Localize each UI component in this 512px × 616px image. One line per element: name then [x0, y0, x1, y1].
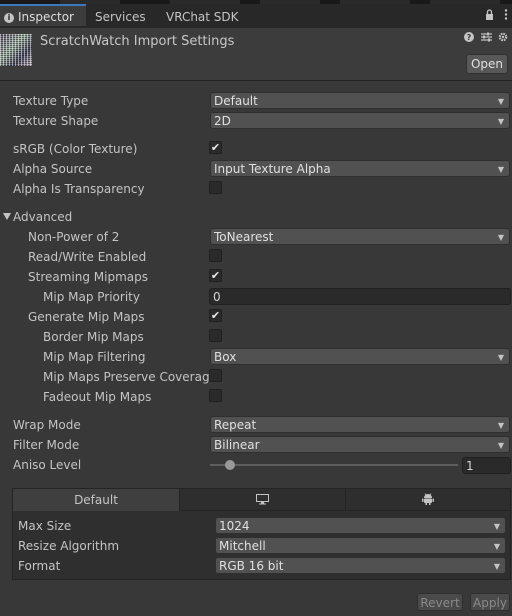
aniso-level-slider-handle[interactable]: [225, 460, 235, 470]
generate-mip-maps-checkbox[interactable]: ✔: [209, 309, 222, 322]
filter-mode-dropdown[interactable]: Bilinear ▼: [210, 436, 510, 453]
texture-shape-dropdown[interactable]: 2D ▼: [210, 112, 510, 129]
resize-algorithm-dropdown[interactable]: Mitchell ▼: [215, 537, 506, 554]
dropdown-value: Bilinear: [214, 438, 260, 452]
dropdown-value: Repeat: [214, 418, 257, 432]
platform-tab-default[interactable]: Default: [13, 489, 180, 511]
border-mip-maps-label: Border Mip Maps: [43, 330, 144, 344]
dropdown-value: Mitchell: [219, 539, 266, 553]
inspector-header: ScratchWatch Import Settings ? Open: [0, 28, 512, 81]
revert-button[interactable]: Revert: [417, 593, 463, 611]
platform-tab-android[interactable]: [346, 489, 510, 511]
dropdown-value: 2D: [214, 114, 231, 128]
fadeout-mip-maps-label: Fadeout Mip Maps: [43, 390, 152, 404]
resize-algorithm-label: Resize Algorithm: [18, 539, 120, 553]
dropdown-value: Box: [214, 350, 237, 364]
texture-type-dropdown[interactable]: Default ▼: [210, 92, 510, 109]
streaming-mipmaps-label: Streaming Mipmaps: [28, 270, 149, 284]
tab-vrchat-sdk[interactable]: VRChat SDK: [166, 6, 239, 28]
mip-map-priority-label: Mip Map Priority: [43, 290, 140, 304]
alpha-source-dropdown[interactable]: Input Texture Alpha ▼: [210, 160, 510, 177]
aniso-level-input[interactable]: 1: [462, 457, 511, 474]
generate-mip-maps-label: Generate Mip Maps: [28, 310, 145, 324]
read-write-label: Read/Write Enabled: [28, 250, 147, 264]
chevron-down-icon: ▼: [497, 233, 504, 242]
srgb-checkbox[interactable]: ✔: [209, 141, 222, 154]
alpha-source-label: Alpha Source: [13, 162, 93, 176]
chevron-down-icon: ▼: [493, 542, 500, 551]
lock-icon[interactable]: [485, 9, 498, 23]
chevron-down-icon: ▼: [497, 165, 504, 174]
page-title: ScratchWatch Import Settings: [40, 34, 235, 49]
max-size-dropdown[interactable]: 1024 ▼: [215, 517, 506, 534]
dropdown-value: ToNearest: [214, 230, 274, 244]
mip-map-filtering-dropdown[interactable]: Box ▼: [210, 348, 510, 365]
preset-icon[interactable]: [480, 32, 496, 45]
foldout-arrow-icon[interactable]: [3, 213, 11, 220]
texture-thumbnail: [0, 34, 32, 66]
monitor-icon: [256, 494, 269, 505]
alpha-transparency-label: Alpha Is Transparency: [13, 182, 145, 196]
texture-type-label: Texture Type: [13, 94, 89, 108]
alpha-transparency-checkbox[interactable]: [209, 181, 222, 194]
tab-label: Inspector: [18, 10, 74, 24]
tab-services[interactable]: Services: [95, 6, 146, 28]
mip-maps-preserve-coverage-label: Mip Maps Preserve Coverage: [43, 370, 217, 384]
dropdown-value: RGB 16 bit: [219, 559, 284, 573]
wrap-mode-label: Wrap Mode: [13, 418, 81, 432]
dropdown-value: Input Texture Alpha: [214, 162, 331, 176]
max-size-label: Max Size: [18, 519, 72, 533]
tab-label: VRChat SDK: [166, 10, 239, 24]
texture-shape-label: Texture Shape: [13, 114, 99, 128]
border-mip-maps-checkbox[interactable]: [209, 329, 222, 342]
aniso-level-label: Aniso Level: [13, 458, 82, 472]
chevron-down-icon: ▼: [497, 441, 504, 450]
mip-maps-preserve-coverage-checkbox[interactable]: [209, 369, 222, 382]
settings-icon[interactable]: [498, 32, 508, 45]
chevron-down-icon: ▼: [497, 421, 504, 430]
filter-mode-label: Filter Mode: [13, 438, 80, 452]
chevron-down-icon: ▼: [497, 117, 504, 126]
format-label: Format: [18, 559, 61, 573]
tab-bar: i Inspector Services VRChat SDK: [0, 4, 512, 28]
chevron-down-icon: ▼: [493, 522, 500, 531]
aniso-level-slider-track[interactable]: [210, 464, 458, 466]
dropdown-value: 1024: [219, 519, 250, 533]
streaming-mipmaps-checkbox[interactable]: ✔: [209, 269, 222, 282]
wrap-mode-dropdown[interactable]: Repeat ▼: [210, 416, 510, 433]
dropdown-value: Default: [214, 94, 258, 108]
tab-inspector[interactable]: i Inspector: [0, 4, 86, 26]
non-power-of-2-dropdown[interactable]: ToNearest ▼: [210, 228, 510, 245]
non-power-of-2-label: Non-Power of 2: [28, 230, 120, 244]
tab-label: Services: [95, 10, 146, 24]
chevron-down-icon: ▼: [493, 562, 500, 571]
android-icon: [422, 493, 434, 505]
read-write-checkbox[interactable]: [209, 249, 222, 262]
help-icon[interactable]: ?: [464, 32, 478, 45]
mip-map-priority-input[interactable]: 0: [209, 288, 511, 305]
srgb-label: sRGB (Color Texture): [13, 142, 138, 156]
open-button[interactable]: Open: [466, 54, 508, 74]
format-dropdown[interactable]: RGB 16 bit ▼: [215, 557, 506, 574]
advanced-foldout-label[interactable]: Advanced: [13, 210, 72, 224]
chevron-down-icon: ▼: [497, 97, 504, 106]
mip-map-filtering-label: Mip Map Filtering: [43, 350, 146, 364]
kebab-menu-icon[interactable]: [504, 9, 508, 23]
info-icon: i: [4, 13, 14, 23]
platform-tab-standalone[interactable]: [180, 489, 346, 511]
svg-text:?: ?: [467, 33, 472, 42]
apply-button[interactable]: Apply: [470, 593, 510, 611]
fadeout-mip-maps-checkbox[interactable]: [209, 389, 222, 402]
chevron-down-icon: ▼: [497, 353, 504, 362]
